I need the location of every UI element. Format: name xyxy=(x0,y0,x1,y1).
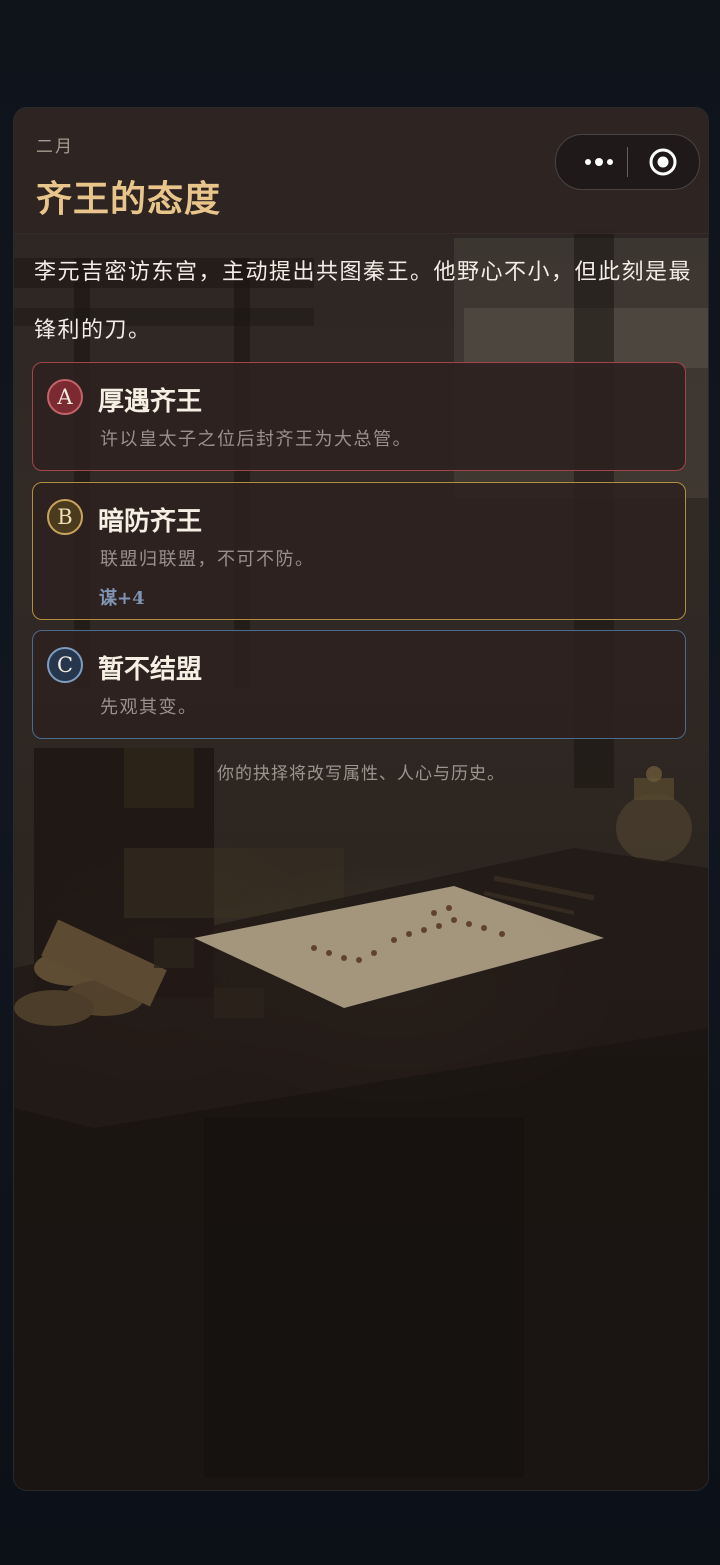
event-narrative: 李元吉密访东宫，主动提出共图秦王。他野心不小，但此刻是最锋利的刀。 xyxy=(34,260,693,343)
option-b-effect: 谋+4 xyxy=(99,588,145,609)
option-a-description: 许以皇太子之位后封齐王为大总管。 xyxy=(100,429,412,450)
page: 二月 齐王的态度 李元吉密访东宫，主动提出共图秦王。他野心不小，但此刻是最锋利的… xyxy=(0,0,720,1565)
option-b-description: 联盟归联盟，不可不防。 xyxy=(100,549,315,570)
capsule-divider xyxy=(627,147,628,177)
option-a-badge: A xyxy=(47,379,83,415)
option-b-badge: B xyxy=(47,499,83,535)
option-b-button[interactable]: B 暗防齐王 联盟归联盟，不可不防。 谋+4 xyxy=(32,482,686,620)
mini-program-capsule xyxy=(555,134,700,190)
option-c-badge: C xyxy=(47,647,83,683)
choice-hint: 你的抉择将改写属性、人心与历史。 xyxy=(217,764,505,784)
option-a-title: 厚遇齐王 xyxy=(98,387,203,417)
more-dots-icon[interactable] xyxy=(572,135,626,189)
option-b-title: 暗防齐王 xyxy=(98,507,203,537)
option-c-button[interactable]: C 暂不结盟 先观其变。 xyxy=(32,630,686,739)
header-bar: 二月 齐王的态度 xyxy=(14,108,708,234)
target-circle-icon[interactable] xyxy=(648,147,678,177)
option-a-button[interactable]: A 厚遇齐王 许以皇太子之位后封齐王为大总管。 xyxy=(32,362,686,471)
month-label: 二月 xyxy=(36,137,74,157)
option-c-title: 暂不结盟 xyxy=(98,655,203,685)
event-card: 二月 齐王的态度 李元吉密访东宫，主动提出共图秦王。他野心不小，但此刻是最锋利的… xyxy=(13,107,709,1491)
option-c-description: 先观其变。 xyxy=(100,697,198,718)
event-title: 齐王的态度 xyxy=(36,178,222,220)
